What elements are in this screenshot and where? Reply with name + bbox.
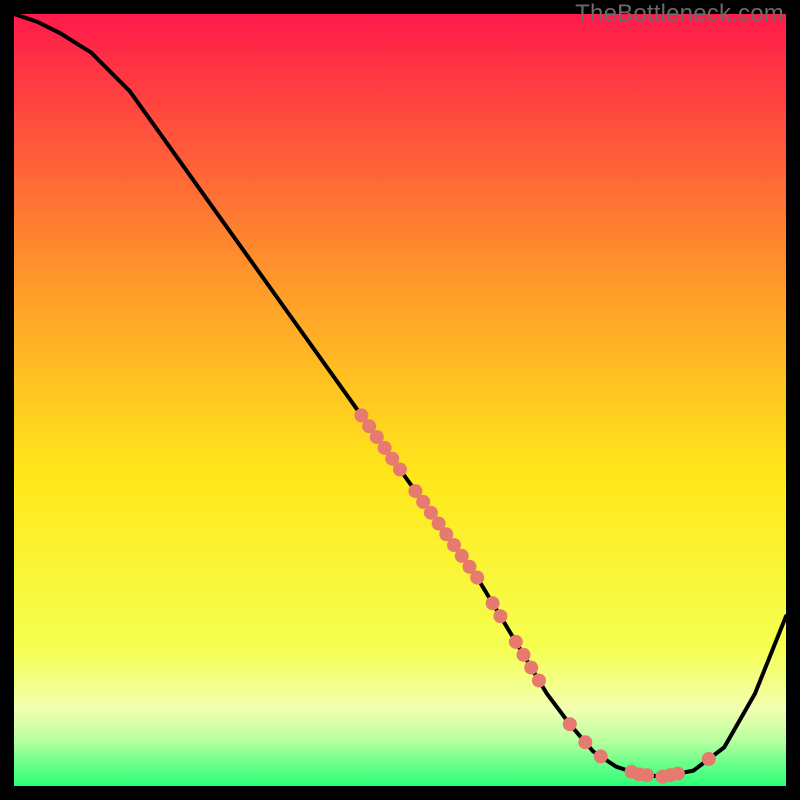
- chart-marker: [470, 571, 484, 585]
- chart-plot: [14, 14, 786, 786]
- chart-marker: [671, 767, 685, 781]
- chart-marker: [702, 752, 716, 766]
- chart-marker: [640, 768, 654, 782]
- chart-frame: [14, 14, 786, 786]
- chart-background: [14, 14, 786, 786]
- chart-marker: [509, 635, 523, 649]
- chart-marker: [517, 648, 531, 662]
- chart-marker: [493, 609, 507, 623]
- watermark-text: TheBottleneck.com: [575, 0, 784, 28]
- chart-marker: [594, 749, 608, 763]
- chart-marker: [486, 596, 500, 610]
- chart-marker: [563, 717, 577, 731]
- chart-marker: [524, 661, 538, 675]
- chart-marker: [578, 735, 592, 749]
- chart-marker: [393, 463, 407, 477]
- chart-marker: [532, 674, 546, 688]
